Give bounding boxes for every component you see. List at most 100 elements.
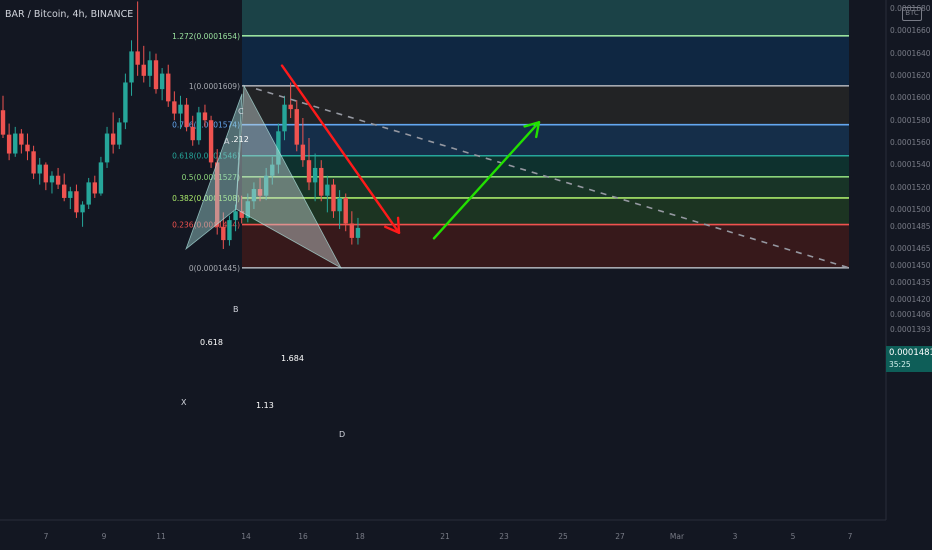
- time-axis-tick-label: 21: [440, 532, 450, 541]
- candle-body: [355, 227, 361, 238]
- candle-body: [80, 204, 85, 213]
- candle-body: [184, 104, 189, 127]
- price-axis-tick-label: 0.0001406: [890, 310, 931, 319]
- candle-body: [86, 182, 91, 205]
- candle-body: [190, 126, 195, 141]
- time-axis-tick-label: 25: [558, 532, 568, 541]
- candle-body: [135, 51, 140, 65]
- candle-body: [159, 73, 165, 90]
- candle-body: [233, 211, 238, 221]
- price-axis-tick-label: 0.0001560: [890, 138, 931, 147]
- time-axis-tick-label: Mar: [670, 532, 685, 541]
- price-axis-tick-label: 0.0001500: [890, 205, 931, 214]
- candle-body: [98, 162, 104, 194]
- bar-countdown: 35:25: [889, 360, 911, 369]
- price-axis-tick-label: 0.0001393: [890, 325, 931, 334]
- candle-body: [178, 104, 183, 114]
- time-axis-tick-label: 7: [848, 532, 853, 541]
- currency-badge-label: BTC: [905, 9, 919, 17]
- candle-body: [19, 133, 24, 145]
- harmonic-point-c: C: [238, 107, 244, 116]
- time-axis-tick-label: 9: [102, 532, 107, 541]
- harmonic-ratio-label: 1.13: [256, 401, 274, 410]
- price-axis-tick-label: 0.0001620: [890, 71, 931, 80]
- fib-zone: [242, 85, 849, 125]
- candle-body: [62, 184, 67, 198]
- price-axis-tick-label: 0.0001640: [890, 49, 931, 58]
- harmonic-point-a: A: [224, 137, 230, 146]
- candle-body: [172, 101, 177, 114]
- candle-body: [37, 164, 42, 174]
- candle-body: [147, 60, 153, 76]
- candle-body: [43, 164, 49, 183]
- harmonic-ratio-label: 0.618: [200, 338, 223, 347]
- price-axis-tick-label: 0.0001580: [890, 116, 931, 125]
- chart-root: 1.272(0.0001654) 1(0.0001609) 0.786(0.0001…: [0, 0, 932, 550]
- price-axis-tick-label: 0.0001520: [890, 183, 931, 192]
- fib-level-label: 1.272(0.0001654): [172, 32, 240, 41]
- candle-body: [227, 220, 232, 241]
- candle-body: [117, 122, 122, 145]
- candle-body: [123, 82, 128, 123]
- currency-badge: BTC: [902, 7, 922, 21]
- price-axis-tick-label: 0.0001540: [890, 160, 931, 169]
- price-axis-tick-label: 0.0001420: [890, 295, 931, 304]
- time-axis-tick-label: 23: [499, 532, 509, 541]
- price-axis-tick-label: 0.0001435: [890, 278, 931, 287]
- candle-body: [288, 104, 293, 110]
- candle-body: [68, 191, 73, 198]
- candle-body: [92, 182, 97, 194]
- candle-body: [74, 191, 79, 213]
- candle-body: [13, 133, 18, 154]
- candle-body: [331, 184, 336, 212]
- candle-body: [55, 175, 61, 185]
- candle-body: [49, 175, 55, 183]
- fib-zone: [242, 0, 849, 36]
- candle-body: [221, 226, 226, 241]
- candle-body: [6, 134, 12, 154]
- candle-body: [306, 160, 312, 183]
- candle-body: [129, 51, 134, 83]
- candle-body: [343, 197, 348, 224]
- time-axis-tick-label: 18: [355, 532, 365, 541]
- current-price-value: 0.0001481: [889, 348, 932, 358]
- candle-body: [104, 133, 110, 163]
- time-axis-tick-label: 14: [241, 532, 251, 541]
- fib-level-label: 0(0.0001445): [189, 264, 240, 273]
- harmonic-point-x: X: [181, 398, 187, 407]
- time-axis-tick-label: 11: [156, 532, 166, 541]
- fib-level-label: 1(0.0001609): [189, 82, 240, 91]
- fib-zone: [242, 35, 849, 86]
- symbol-title: BAR / Bitcoin, 4h, BINANCE: [5, 9, 134, 20]
- price-axis-tick-label: 0.0001485: [890, 222, 931, 231]
- price-axis-tick-label: 0.0001660: [890, 26, 931, 35]
- candle-body: [0, 110, 6, 135]
- candle-body: [166, 73, 171, 102]
- harmonic-ratio-label: 1.684: [281, 354, 304, 363]
- harmonic-point-b: B: [233, 305, 239, 314]
- candle-body: [337, 197, 342, 212]
- candle-body: [312, 167, 318, 183]
- candle-body: [25, 144, 30, 152]
- time-axis-tick-label: 16: [298, 532, 308, 541]
- price-axis-tick-label: 0.0001600: [890, 93, 931, 102]
- fib-zone: [242, 155, 849, 177]
- candle-body: [202, 112, 208, 121]
- candle-body: [110, 133, 116, 145]
- time-axis-tick-label: 3: [733, 532, 738, 541]
- candle-body: [196, 112, 202, 141]
- candle-body: [282, 104, 287, 132]
- time-axis-tick-label: 5: [791, 532, 796, 541]
- candle-body: [325, 184, 330, 196]
- current-price-tag: 0.0001481 35:25: [886, 346, 932, 372]
- time-axis-tick-label: 7: [44, 532, 49, 541]
- chart-canvas[interactable]: 1.272(0.0001654)1(0.0001609)0.786(0.0001…: [0, 0, 932, 550]
- candle-body: [349, 223, 355, 238]
- candle-body: [153, 60, 159, 90]
- price-axis-tick-label: 0.0001450: [890, 261, 931, 270]
- candle-body: [300, 144, 306, 161]
- time-axis-tick-label: 27: [615, 532, 625, 541]
- candle-body: [208, 120, 214, 163]
- candle-body: [294, 109, 299, 145]
- candle-body: [31, 151, 36, 174]
